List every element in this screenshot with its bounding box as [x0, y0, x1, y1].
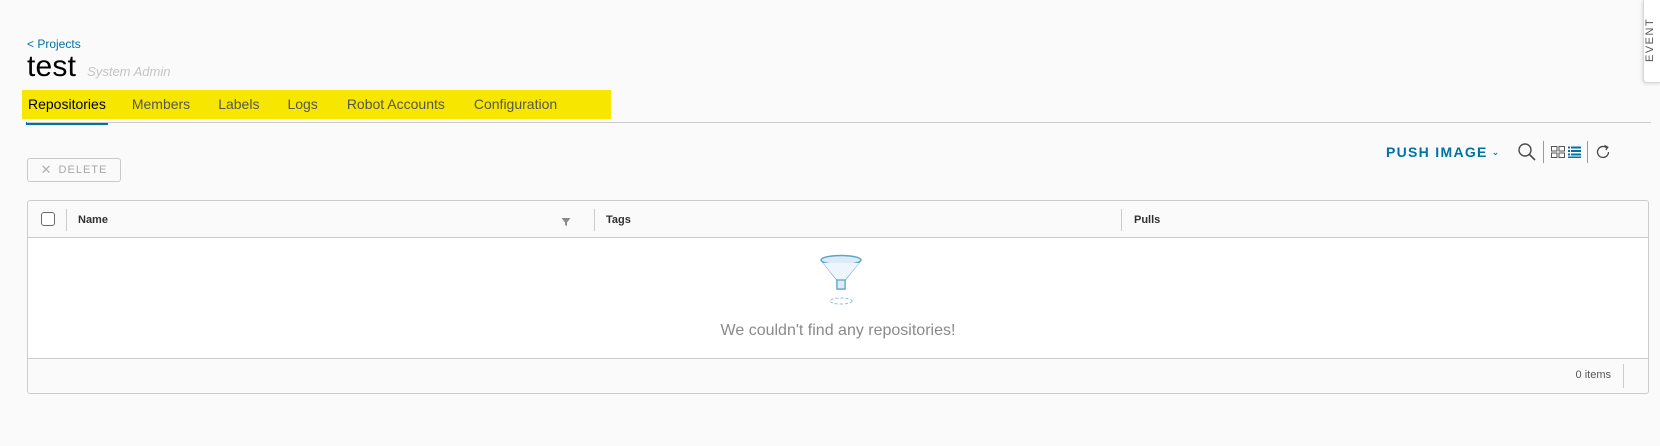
column-separator	[66, 209, 67, 231]
item-count: 0 items	[1575, 369, 1611, 381]
tab-robot-accounts[interactable]: Robot Accounts	[339, 90, 453, 122]
tab-members[interactable]: Members	[124, 90, 198, 122]
tab-logs[interactable]: Logs	[279, 90, 325, 122]
back-to-projects-link[interactable]: < Projects	[27, 37, 81, 51]
filter-icon[interactable]	[561, 214, 571, 232]
close-icon: ✕	[40, 162, 53, 177]
role-label: System Admin	[87, 64, 171, 79]
push-image-dropdown[interactable]: PUSH IMAGE ⌄	[1386, 144, 1501, 160]
delete-button-label: DELETE	[58, 164, 108, 176]
table-footer: 0 items	[28, 358, 1648, 393]
tab-repositories[interactable]: Repositories	[20, 90, 114, 125]
column-separator	[594, 209, 595, 231]
event-panel-tab[interactable]: EVENT	[1643, 0, 1660, 83]
push-image-label: PUSH IMAGE	[1386, 144, 1488, 160]
column-header-name[interactable]: Name	[78, 201, 108, 238]
toolbar-right: PUSH IMAGE ⌄	[1386, 140, 1612, 164]
search-icon[interactable]	[1517, 142, 1537, 162]
toolbar-separator	[1586, 141, 1588, 163]
empty-filter-icon	[818, 254, 864, 313]
delete-button[interactable]: ✕ DELETE	[27, 158, 121, 182]
empty-message: We couldn't find any repositories!	[720, 322, 956, 339]
repositories-table: Name Tags Pulls We couldn't find any rep…	[27, 200, 1649, 394]
column-header-tags[interactable]: Tags	[606, 201, 631, 238]
card-view-icon[interactable]	[1550, 146, 1565, 158]
refresh-icon[interactable]	[1594, 143, 1612, 161]
column-header-pulls[interactable]: Pulls	[1134, 201, 1160, 238]
tab-labels[interactable]: Labels	[210, 90, 267, 122]
list-view-icon[interactable]	[1567, 146, 1581, 158]
empty-state: We couldn't find any repositories!	[28, 238, 1648, 360]
column-separator	[1121, 209, 1122, 231]
page: < Projects test System Admin Repositorie…	[0, 0, 1660, 446]
page-title: test	[27, 50, 77, 83]
tab-configuration[interactable]: Configuration	[466, 90, 565, 122]
event-panel-label: EVENT	[1644, 17, 1656, 63]
table-header: Name Tags Pulls	[28, 201, 1648, 238]
toolbar-separator	[1542, 141, 1544, 163]
chevron-down-icon: ⌄	[1491, 146, 1501, 157]
tabs-divider	[27, 122, 1651, 123]
select-all-checkbox[interactable]	[41, 212, 55, 226]
title-row: test System Admin	[27, 50, 170, 84]
footer-separator	[1623, 364, 1624, 388]
tab-bar: Repositories Members Labels Logs Robot A…	[20, 90, 565, 125]
